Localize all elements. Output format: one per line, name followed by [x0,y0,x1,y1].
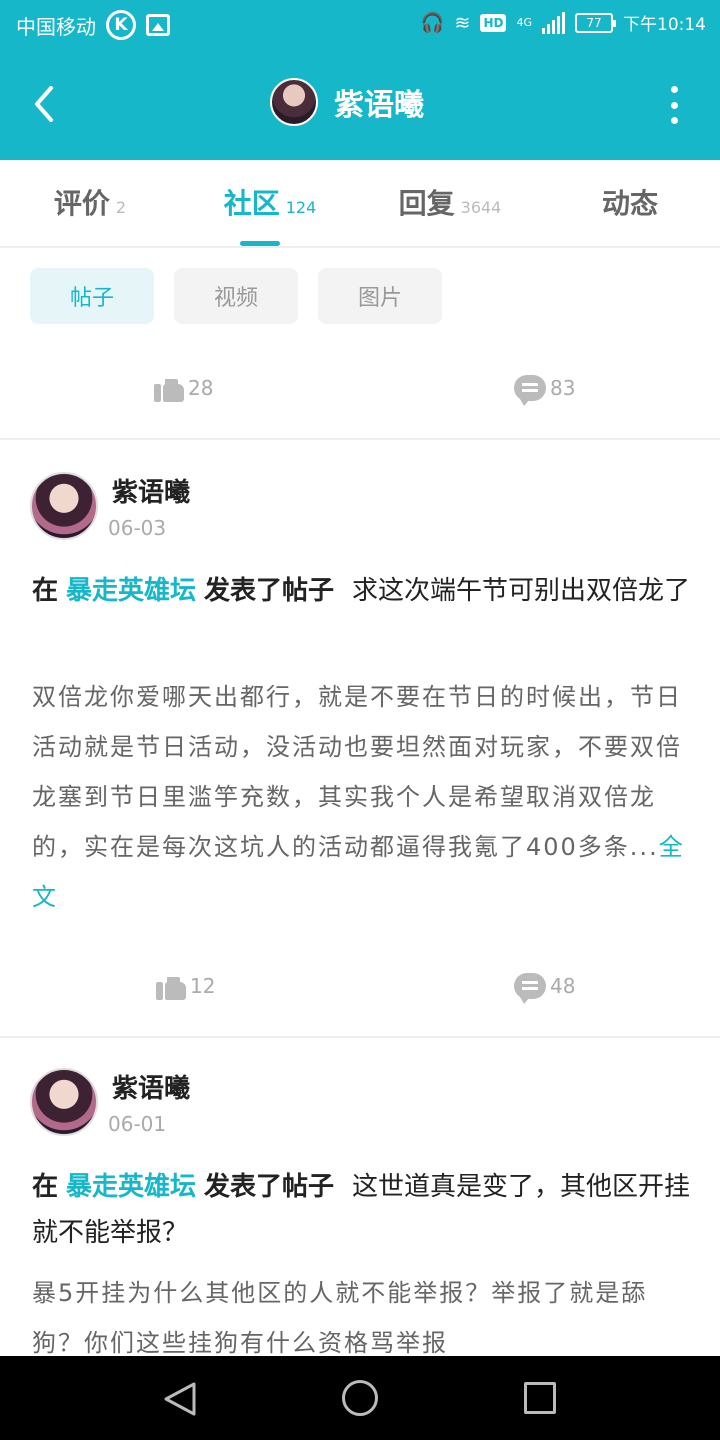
forum-link[interactable]: 暴走英雄坛 [66,1172,196,1202]
image-notification-icon [146,14,170,36]
thumbs-up-icon [156,972,186,1000]
headline-prefix: 在 [32,576,59,606]
active-tab-indicator [240,241,280,246]
forum-link[interactable]: 暴走英雄坛 [66,576,196,606]
tab-label: 社区 [223,187,280,220]
tab-label: 评价 [53,187,110,220]
tab-count: 124 [285,198,317,217]
comment-count: 48 [550,974,576,998]
profile-tabs: 评价 2 社区 124 回复 3644 动态 [0,160,720,248]
post-date: 06-01 [108,1112,167,1136]
filter-videos[interactable]: 视频 [174,268,298,324]
post-stats: 28 83 [0,358,720,418]
nav-recents-button[interactable] [524,1382,556,1414]
battery-icon: 77 [575,12,616,33]
post-stats: 12 48 [0,956,720,1016]
like-button[interactable]: 12 [156,956,215,1016]
hd-badge: HD [480,13,507,32]
chevron-left-icon [35,86,53,122]
filter-images[interactable]: 图片 [318,268,442,324]
carrier-name: 中国移动 [16,14,96,39]
back-button[interactable] [22,82,66,126]
header-title-group: 紫语曦 [270,78,424,126]
status-right: 🎧 ≋ HD 4G 77 下午10:14 [421,10,706,35]
tab-label: 回复 [398,187,455,220]
post-date: 06-03 [108,516,167,540]
tab-label: 动态 [601,187,658,220]
wifi-icon: ≋ [454,11,471,34]
thumbs-up-icon [154,374,184,402]
headline-prefix: 在 [32,1172,59,1202]
tab-reviews[interactable]: 评价 2 [0,160,180,246]
divider [0,438,720,440]
avatar[interactable] [30,472,98,540]
more-vertical-icon [670,86,678,93]
post-excerpt: 双倍龙你爱哪天出都行，就是不要在节日的时候出，节日活动就是节日活动，没活动也要坦… [32,683,682,861]
like-count: 28 [188,376,214,400]
more-button[interactable] [668,86,680,124]
page-title: 紫语曦 [334,88,424,123]
like-button[interactable]: 28 [154,358,213,418]
post-body: 暴5开挂为什么其他区的人就不能举报？举报了就是舔狗？你们这些挂狗有什么资格骂举报 [32,1268,692,1356]
comment-icon [514,973,546,1004]
comment-icon [514,375,546,406]
app-header: 紫语曦 [0,50,720,160]
post-card[interactable]: 紫语曦 06-03 在暴走英雄坛 发表了帖子 求这次端午节可别出双倍龙了 双倍龙你爱… [0,472,720,972]
signal-icon [542,11,565,34]
headline-action: 发表了帖子 [204,1172,335,1202]
system-nav-bar [0,1356,720,1440]
tab-community[interactable]: 社区 124 [180,160,360,246]
header-avatar[interactable] [270,78,318,126]
post-headline: 在暴走英雄坛 发表了帖子 求这次端午节可别出双倍龙了 [32,568,692,614]
divider [0,1036,720,1038]
tab-activity[interactable]: 动态 [540,160,720,246]
tab-replies[interactable]: 回复 3644 [360,160,540,246]
post-title: 求这次端午节可别出双倍龙了 [352,576,691,606]
comment-button[interactable]: 83 [514,358,575,418]
nav-home-button[interactable] [342,1380,378,1416]
network-type: 4G [516,16,532,29]
tab-count: 3644 [460,198,502,217]
post-headline: 在暴走英雄坛 发表了帖子 这世道真是变了，其他区开挂就不能举报？ [32,1164,692,1256]
clock: 下午10:14 [623,15,706,35]
comment-button[interactable]: 48 [514,956,575,1016]
post-body: 双倍龙你爱哪天出都行，就是不要在节日的时候出，节日活动就是节日活动，没活动也要坦… [32,672,692,922]
comment-count: 83 [550,376,576,400]
post-author[interactable]: 紫语曦 [112,472,190,509]
like-count: 12 [190,974,216,998]
post-excerpt: 暴5开挂为什么其他区的人就不能举报？举报了就是舔狗？你们这些挂狗有什么资格骂举报 [32,1279,648,1356]
headset-icon: 🎧 [420,12,445,34]
content-filter: 帖子 视频 图片 [30,268,442,324]
nav-back-button[interactable] [160,1380,200,1416]
k-app-icon: K [106,10,136,40]
post-author[interactable]: 紫语曦 [112,1068,190,1105]
tab-count: 2 [115,198,127,217]
post-card[interactable]: 紫语曦 06-01 在暴走英雄坛 发表了帖子 这世道真是变了，其他区开挂就不能举报？… [0,1068,720,1356]
status-bar: 中国移动 K 🎧 ≋ HD 4G 77 下午10:14 [0,0,720,50]
back-triangle-icon [164,1382,196,1416]
avatar[interactable] [30,1068,98,1136]
filter-posts[interactable]: 帖子 [30,268,154,324]
headline-action: 发表了帖子 [204,576,335,606]
status-left: 中国移动 K [16,10,170,40]
